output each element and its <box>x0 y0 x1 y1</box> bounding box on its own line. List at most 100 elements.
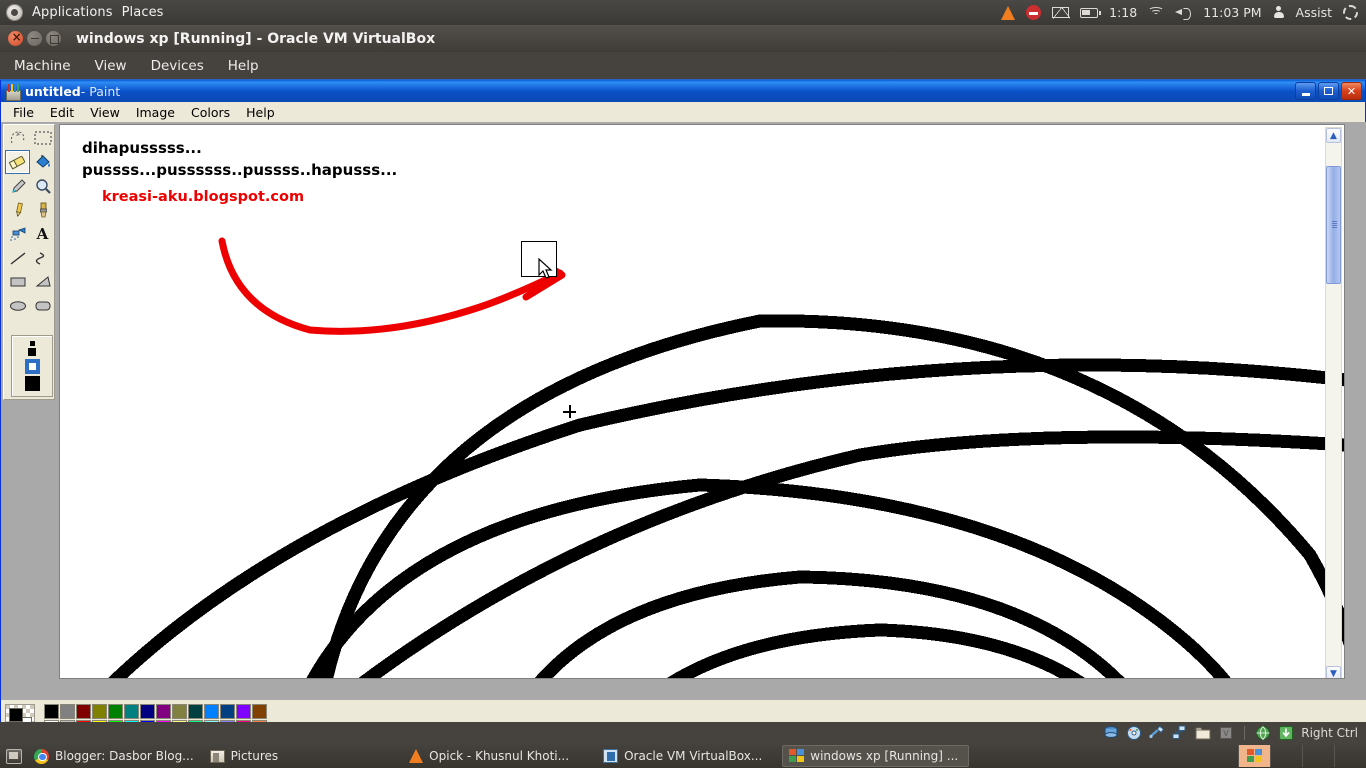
tool-fill-with-color[interactable] <box>30 150 55 174</box>
vbox-menu-devices[interactable]: Devices <box>151 58 204 74</box>
tool-line[interactable] <box>5 246 30 270</box>
foreground-color-swatch[interactable] <box>9 708 23 722</box>
tool-rounded-rectangle[interactable] <box>30 294 55 318</box>
taskbar-item-label: Opick - Khusnul Khoti... <box>429 749 570 763</box>
usb-icon[interactable] <box>1149 725 1165 741</box>
taskbar-item-blogger[interactable]: Blogger: Dasbor Blog... <box>28 745 204 767</box>
person-icon[interactable] <box>1273 6 1285 19</box>
shared-folder-icon[interactable] <box>1195 725 1211 741</box>
eraser-size-large-selected[interactable] <box>24 358 40 374</box>
gear-icon[interactable] <box>1343 5 1358 20</box>
tool-eraser[interactable] <box>5 150 30 174</box>
workspace-2[interactable] <box>1270 745 1302 767</box>
scroll-up-icon[interactable]: ▲ <box>1326 128 1341 143</box>
tool-rectangle[interactable] <box>5 270 30 294</box>
palette-swatch-top-3[interactable] <box>92 703 107 719</box>
palette-swatch-top-10[interactable] <box>204 703 219 719</box>
show-desktop-icon[interactable] <box>6 748 22 764</box>
palette-swatch-top-0[interactable] <box>44 703 59 719</box>
paint-menu-image[interactable]: Image <box>128 103 183 122</box>
ubuntu-bottom-panel: Blogger: Dasbor Blog... Pictures Opick -… <box>0 744 1366 768</box>
palette-swatch-top-13[interactable] <box>252 703 267 719</box>
canvas-drawing <box>108 237 1344 678</box>
close-icon[interactable]: ✕ <box>1341 82 1362 100</box>
paint-menu-view[interactable]: View <box>82 103 128 122</box>
palette-swatch-top-4[interactable] <box>108 703 123 719</box>
globe-icon[interactable] <box>1255 725 1271 741</box>
paint-toolbox: A <box>3 124 55 400</box>
tool-pencil[interactable] <box>5 198 30 222</box>
harddisk-icon[interactable] <box>1103 725 1119 741</box>
eraser-size-xlarge[interactable] <box>24 375 40 391</box>
taskbar-item-vlc[interactable]: Opick - Khusnul Khoti... <box>403 745 579 767</box>
tool-magnifier[interactable] <box>30 174 55 198</box>
canvas-watermark: kreasi-aku.blogspot.com <box>102 189 305 205</box>
tool-text[interactable]: A <box>30 222 55 246</box>
palette-swatch-top-8[interactable] <box>172 703 187 719</box>
user-label[interactable]: Assist <box>1296 5 1332 20</box>
vm-icon: V <box>1220 727 1233 739</box>
vertical-scroll-thumb[interactable] <box>1326 166 1341 284</box>
canvas-vertical-scrollbar[interactable]: ▲ ▼ <box>1325 127 1342 678</box>
paint-titlebar: untitled - Paint ✕ <box>1 80 1365 102</box>
vbox-menu-help[interactable]: Help <box>228 58 259 74</box>
scroll-down-icon[interactable]: ▼ <box>1326 666 1341 678</box>
close-icon[interactable] <box>8 30 23 46</box>
palette-swatch-top-2[interactable] <box>76 703 91 719</box>
statusbar-divider <box>1244 726 1246 740</box>
tool-brush[interactable] <box>30 198 55 222</box>
paint-window-controls: ✕ <box>1295 82 1365 100</box>
tool-free-form-select[interactable] <box>5 126 30 150</box>
battery-icon[interactable] <box>1080 7 1102 18</box>
network-icon[interactable] <box>1172 725 1188 741</box>
maximize-icon[interactable] <box>46 31 61 46</box>
capture-icon[interactable] <box>1278 725 1294 741</box>
cd-icon[interactable] <box>1126 725 1142 741</box>
taskbar-item-windows-xp[interactable]: windows xp [Running] ... <box>782 745 970 767</box>
vbox-menu-view[interactable]: View <box>95 58 127 74</box>
menu-applications[interactable]: Applications <box>32 5 113 20</box>
virtualbox-menubar: Machine View Devices Help <box>0 52 1366 79</box>
eraser-size-options <box>11 335 53 397</box>
taskbar-item-virtualbox[interactable]: Oracle VM VirtualBox... <box>597 745 772 767</box>
palette-swatch-top-1[interactable] <box>60 703 75 719</box>
paint-menu-colors[interactable]: Colors <box>183 103 238 122</box>
paint-menu-help[interactable]: Help <box>238 103 283 122</box>
workspace-1[interactable] <box>1238 745 1270 767</box>
tool-ellipse[interactable] <box>5 294 30 318</box>
taskbar-item-pictures[interactable]: Pictures <box>204 745 289 767</box>
tool-curve[interactable] <box>30 246 55 270</box>
paint-canvas[interactable]: dihapusssss... pussss...pussssss..pussss… <box>59 124 1345 679</box>
wifi-icon[interactable] <box>1148 6 1165 19</box>
eraser-size-medium[interactable] <box>28 348 36 357</box>
palette-swatch-top-9[interactable] <box>188 703 203 719</box>
paint-title-name: untitled <box>25 83 81 99</box>
do-not-disturb-icon[interactable] <box>1026 5 1042 20</box>
taskbar-item-label: windows xp [Running] ... <box>810 749 959 763</box>
eraser-size-small[interactable] <box>29 341 35 347</box>
paint-menu-file[interactable]: File <box>5 103 42 122</box>
clock-label[interactable]: 11:03 PM <box>1203 5 1261 20</box>
minimize-icon[interactable] <box>1295 82 1316 100</box>
folder-icon <box>209 749 225 763</box>
tool-airbrush[interactable] <box>5 222 30 246</box>
workspace-3[interactable] <box>1302 745 1334 767</box>
restore-icon[interactable] <box>1318 82 1339 100</box>
minimize-icon[interactable] <box>27 31 42 46</box>
palette-swatch-top-11[interactable] <box>220 703 235 719</box>
palette-swatch-top-7[interactable] <box>156 703 171 719</box>
tool-polygon[interactable] <box>30 270 55 294</box>
tool-pick-color[interactable] <box>5 174 30 198</box>
palette-swatch-top-6[interactable] <box>140 703 155 719</box>
paint-menu-edit[interactable]: Edit <box>42 103 82 122</box>
workspace-4[interactable] <box>1334 745 1366 767</box>
palette-swatch-top-5[interactable] <box>124 703 139 719</box>
vbox-menu-machine[interactable]: Machine <box>14 58 71 74</box>
ubuntu-logo-icon[interactable] <box>6 4 23 21</box>
palette-swatch-top-12[interactable] <box>236 703 251 719</box>
menu-places[interactable]: Places <box>122 5 164 20</box>
vlc-cone-icon[interactable] <box>1001 5 1016 20</box>
envelope-icon[interactable] <box>1052 7 1071 19</box>
tool-rectangle-select[interactable] <box>30 126 55 150</box>
speaker-icon[interactable] <box>1175 6 1192 20</box>
